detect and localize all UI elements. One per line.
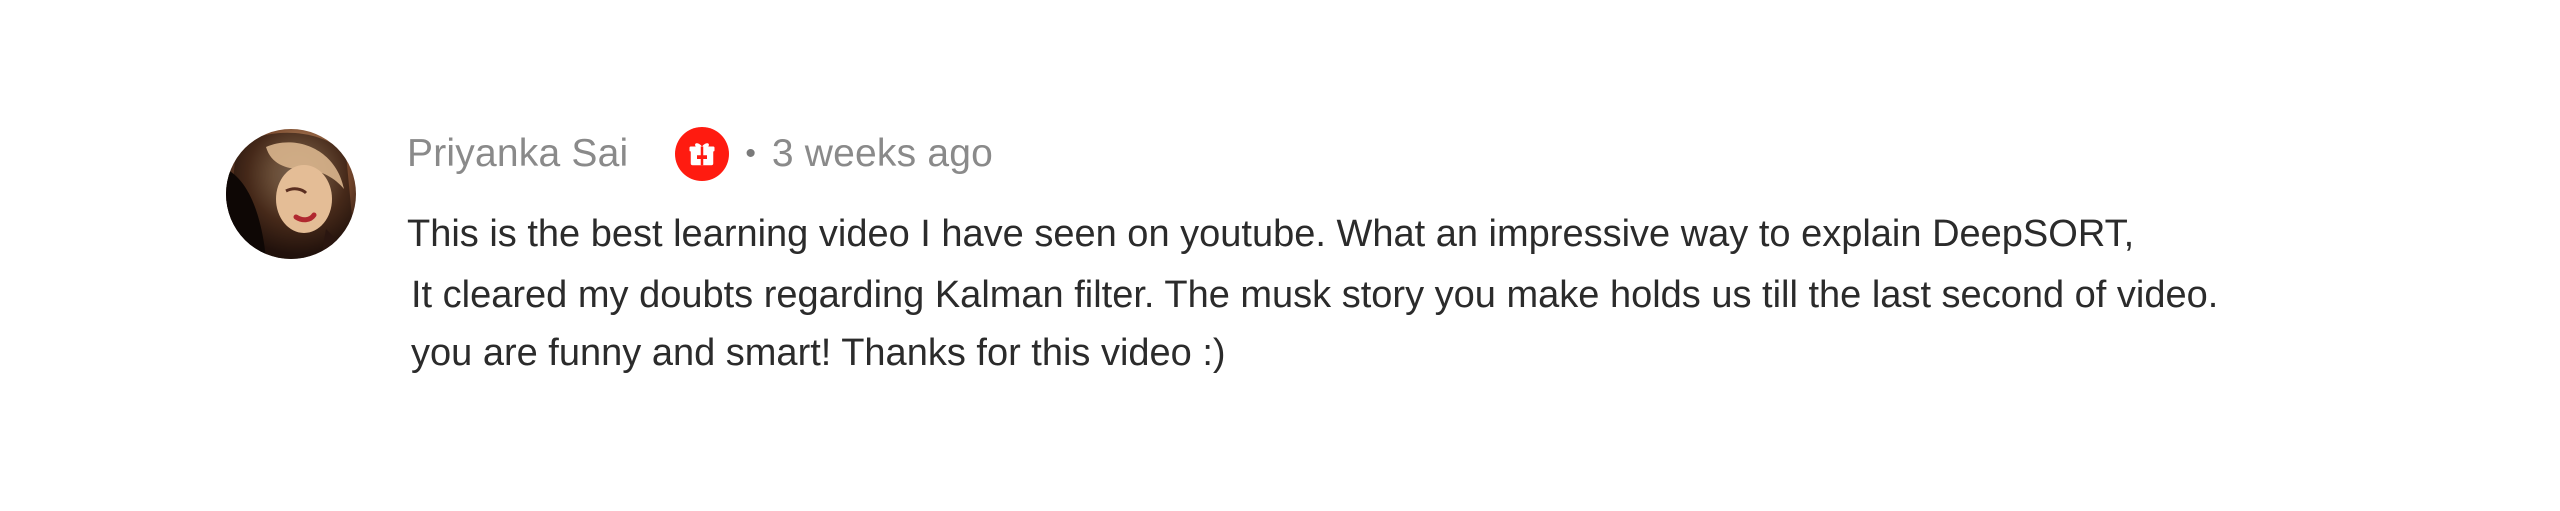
comment-thread-item: Priyanka Sai • 3 weeks ago This is the b… [0, 0, 2560, 511]
comment-text-line: This is the best learning video I have s… [407, 213, 2135, 255]
member-badge-icon[interactable] [675, 127, 730, 181]
gift-icon [689, 143, 715, 166]
avatar[interactable] [226, 129, 356, 259]
separator-dot: • [745, 137, 756, 170]
author-name[interactable]: Priyanka Sai [407, 132, 628, 176]
comment-text-line: you are funny and smart! Thanks for this… [411, 332, 1226, 374]
comment-timestamp[interactable]: 3 weeks ago [772, 132, 993, 176]
avatar-photo [226, 132, 356, 259]
comment-header: Priyanka Sai • 3 weeks ago [407, 127, 993, 181]
comment-text-line: It cleared my doubts regarding Kalman fi… [411, 274, 2219, 316]
comment-text: This is the best learning video I have s… [407, 204, 2218, 384]
